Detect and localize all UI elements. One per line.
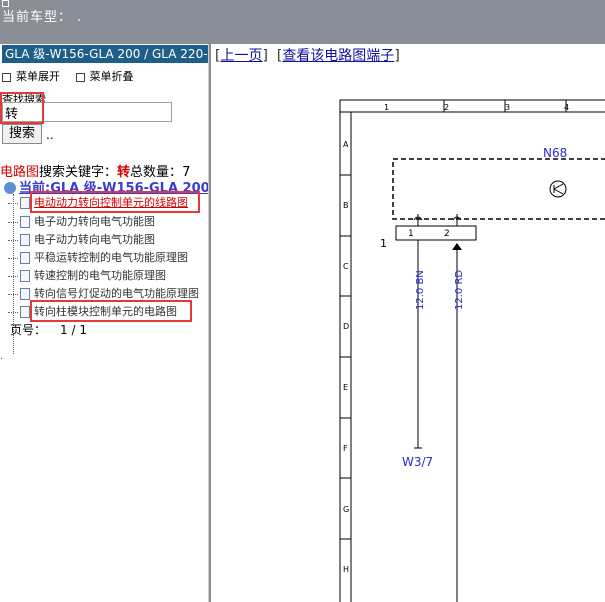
document-icon [20,252,30,264]
row-label: B [343,201,349,210]
menu-collapse-button[interactable]: 菜单折叠 [75,70,134,83]
sidebar: GLA 级-W156-GLA 200 / GLA 220-27 菜单展开 菜单折… [0,44,208,602]
collapse-icon [75,72,85,82]
menu-expand-button[interactable]: 菜单展开 [2,70,60,83]
top-bar: 当前车型： . [0,0,605,44]
tree-item[interactable]: 电动动力转向控制单元的线路图 [8,194,188,211]
column-label: 4 [564,103,569,112]
menu-toggle-row: 菜单展开 菜单折叠 [2,68,146,84]
expand-icon [2,72,11,82]
column-label: 2 [444,103,449,112]
row-label: E [343,383,348,392]
search-dots: .. [46,128,54,142]
bottom-link[interactable]: . [0,351,3,362]
tree-item[interactable]: 转向柱模块控制单元的电路图 [8,303,177,320]
model-title: GLA 级-W156-GLA 200 / GLA 220-27 [2,45,208,63]
document-icon [20,234,30,246]
row-label: C [343,262,349,271]
pin-label: 1 [408,229,414,239]
pin-marker-label: 1 [380,237,387,250]
tree-item[interactable]: 电子动力转向电气功能图 [8,231,155,248]
wiring-diagram: 1 2 3 4 A B C D E F G H N68 1 2 1 12.0 B… [339,99,605,602]
row-label: G [343,505,349,514]
document-icon [20,270,30,282]
page-label: 页号： [10,323,47,337]
document-icon [20,197,30,209]
row-label: F [343,444,348,453]
tree-item[interactable]: 转速控制的电气功能原理图 [8,267,166,284]
column-label: 3 [505,103,510,112]
arrow-up-icon [452,243,462,250]
main-panel: [上一页] [查看该电路图端子] 1 2 3 4 A B C D E F G H… [211,44,605,602]
pin-label: 2 [444,229,450,239]
tree-item[interactable]: 平稳运转控制的电气功能原理图 [8,249,188,266]
component-label: N68 [543,146,567,160]
column-label: 1 [384,103,389,112]
row-label: H [343,565,349,574]
document-icon [20,288,30,300]
diagram-frame [339,99,605,602]
row-label: A [343,140,349,149]
row-label: D [343,322,349,331]
component-box [392,158,605,220]
wire-label: 12.0 BN [415,270,426,310]
pager: 页号： 1 / 1 [10,321,87,338]
model-tree-icon [4,182,16,194]
wire-label: 12.0 RD [454,270,465,310]
transistor-icon [549,180,567,198]
search-button[interactable]: 搜索 [2,124,42,144]
tree-item[interactable]: 电子动力转向电气功能图 [8,213,155,230]
current-model-label: 当前车型： . [2,10,83,25]
tree-item[interactable]: 转向信号灯促动的电气功能原理图 [8,285,199,302]
page-value: 1 / 1 [60,323,87,337]
document-icon [20,216,30,228]
document-icon [20,306,30,318]
search-input[interactable] [2,102,172,122]
ground-label: W3/7 [402,455,433,469]
